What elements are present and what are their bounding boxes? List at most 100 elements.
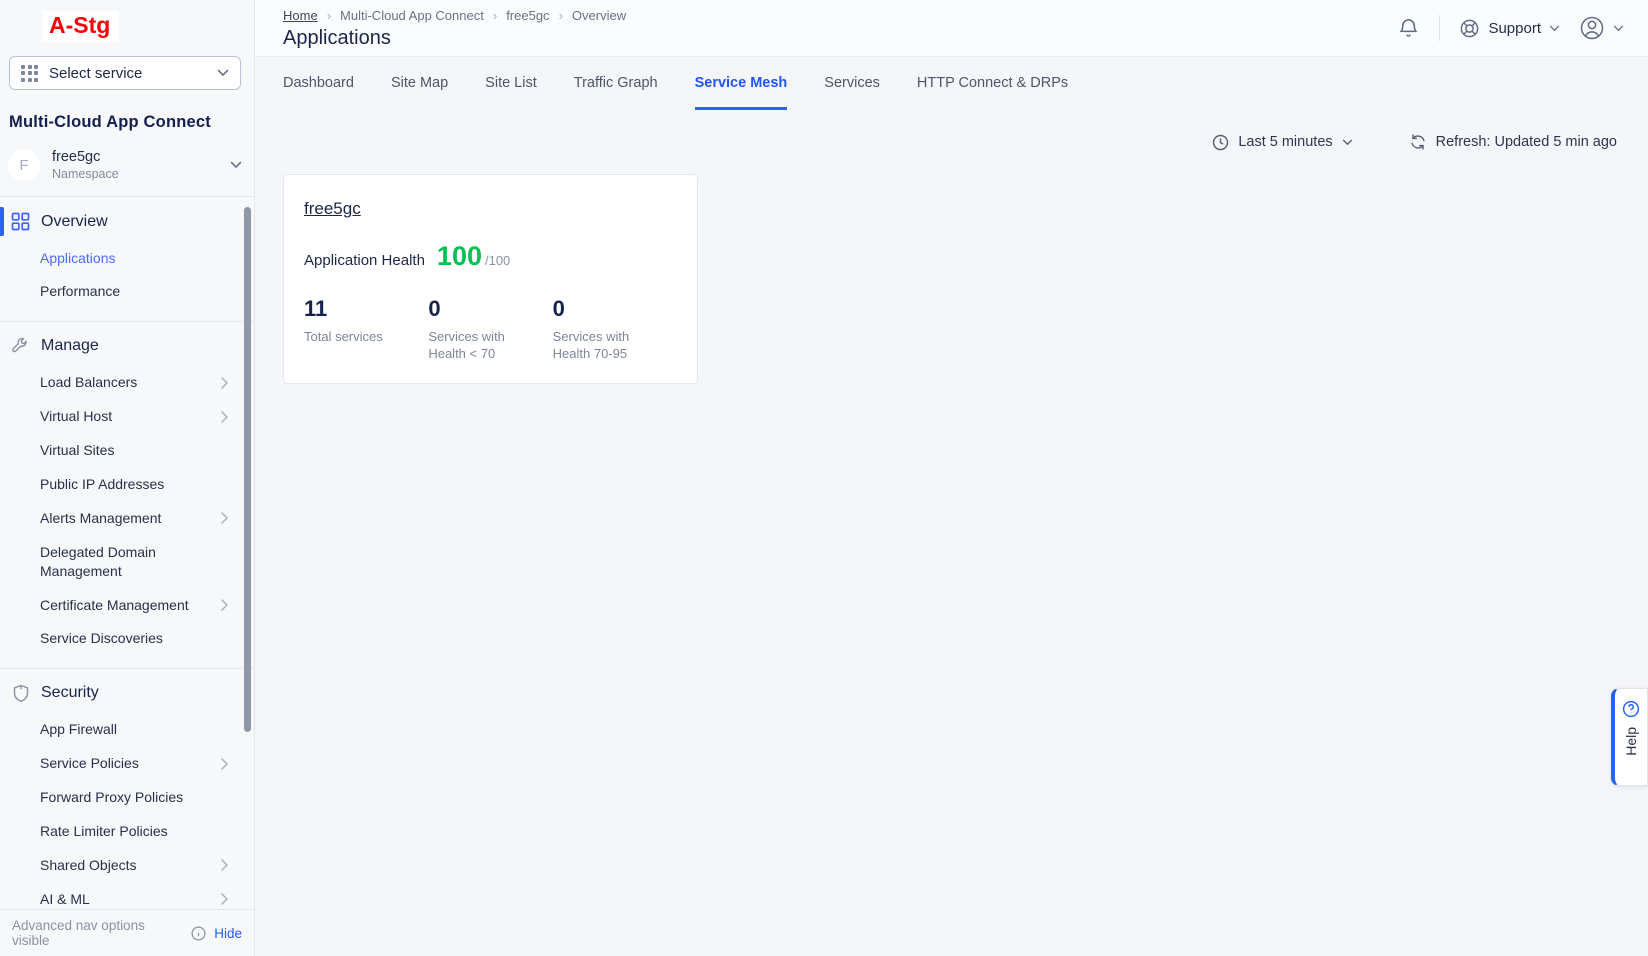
wrench-icon [11, 337, 30, 356]
namespace-selector[interactable]: F free5gc Namespace [8, 149, 242, 181]
tab-services[interactable]: Services [824, 57, 880, 110]
sidebar-item-app-firewall[interactable]: App Firewall [0, 713, 254, 747]
topbar: Home›Multi-Cloud App Connect›free5gc›Ove… [255, 0, 1648, 57]
stat-services-with-health-70-95: 0Services with Health 70-95 [553, 296, 677, 363]
sidebar-item-virtual-host[interactable]: Virtual Host [0, 400, 254, 434]
page-title: Applications [283, 27, 626, 50]
sidebar-section-items: Applications Performance [0, 241, 254, 309]
application-card: free5gc Application Health 100 /100 11To… [283, 174, 698, 384]
sidebar-item-label: Virtual Host [40, 407, 213, 426]
help-button[interactable]: Help [1611, 688, 1648, 786]
sidebar-item-ai-ml[interactable]: AI & ML [0, 882, 254, 909]
sidebar-item-service-policies[interactable]: Service Policies [0, 747, 254, 781]
stat-value: 0 [428, 296, 552, 322]
sidebar-item-label: Certificate Management [40, 596, 213, 615]
service-selector[interactable]: Select service [9, 56, 241, 90]
sidebar-item-label: Service Discoveries [40, 629, 228, 648]
refresh-label: Refresh: Updated 5 min ago [1436, 134, 1617, 150]
refresh-button[interactable]: Refresh: Updated 5 min ago [1409, 133, 1617, 151]
bell-icon[interactable] [1397, 17, 1420, 40]
stat-label: Services with Health < 70 [428, 329, 528, 363]
sidebar-item-delegated-domain-management[interactable]: Delegated Domain Management [0, 535, 254, 588]
sidebar-item-load-balancers[interactable]: Load Balancers [0, 366, 254, 400]
sidebar-section-header-security[interactable]: Security [0, 674, 254, 713]
namespace-avatar: F [8, 149, 40, 181]
sidebar-item-virtual-sites[interactable]: Virtual Sites [0, 434, 254, 468]
support-menu[interactable]: Support [1459, 18, 1560, 39]
namespace-type: Namespace [52, 167, 119, 181]
sidebar-item-public-ip-addresses[interactable]: Public IP Addresses [0, 467, 254, 501]
sidebar-item-applications[interactable]: Applications [0, 241, 254, 275]
tab-traffic-graph[interactable]: Traffic Graph [574, 57, 658, 110]
stat-label: Total services [304, 329, 404, 346]
sidebar-item-performance[interactable]: Performance [0, 275, 254, 309]
breadcrumb-separator: › [327, 8, 331, 23]
sidebar-item-label: Public IP Addresses [40, 475, 228, 494]
clock-icon [1212, 134, 1229, 151]
stat-services-with-health-70: 0 Services with Health < 70 [428, 296, 552, 363]
sidebar-item-shared-objects[interactable]: Shared Objects [0, 848, 254, 882]
breadcrumb-separator: › [559, 8, 563, 23]
main-area: Home›Multi-Cloud App Connect›free5gc›Ove… [255, 0, 1648, 956]
sidebar-section-items: App Firewall Service Policies Forward Prox… [0, 713, 254, 909]
account-menu[interactable] [1579, 15, 1624, 41]
life-buoy-icon [1459, 18, 1480, 39]
sidebar-item-alerts-management[interactable]: Alerts Management [0, 501, 254, 535]
sidebar-nav: OverviewApplications Performance Manage Loa… [0, 196, 254, 909]
topbar-right: Support [1397, 0, 1624, 56]
tab-service-mesh[interactable]: Service Mesh [695, 57, 788, 110]
sidebar-footer: Advanced nav options visible Hide [0, 909, 254, 956]
topbar-left: Home›Multi-Cloud App Connect›free5gc›Ove… [283, 0, 626, 56]
tab-site-list[interactable]: Site List [485, 57, 537, 110]
sidebar-section-security: Security App Firewall Service Policies Forw… [0, 669, 254, 909]
sidebar-item-label: Forward Proxy Policies [40, 788, 228, 807]
hide-advanced-nav-link[interactable]: Hide [214, 926, 242, 941]
sidebar-item-label: Load Balancers [40, 373, 213, 392]
chevron-right-icon [221, 599, 228, 611]
tab-http-connect-drps[interactable]: HTTP Connect & DRPs [917, 57, 1068, 110]
breadcrumb-overview: Overview [572, 8, 626, 23]
sidebar-section-header-manage[interactable]: Manage [0, 327, 254, 366]
chevron-right-icon [221, 893, 228, 905]
sidebar-scrollbar[interactable] [244, 207, 251, 732]
time-range-dropdown[interactable]: Last 5 minutes [1212, 134, 1352, 151]
chevron-down-icon [230, 161, 242, 169]
sidebar-item-label: App Firewall [40, 720, 228, 739]
brand-logo: A-Stg [42, 11, 119, 42]
sidebar-item-certificate-management[interactable]: Certificate Management [0, 588, 254, 622]
chevron-right-icon [221, 512, 228, 524]
service-selector-label: Select service [49, 65, 206, 82]
logo-wrap: A-Stg [42, 11, 254, 42]
breadcrumb: Home›Multi-Cloud App Connect›free5gc›Ove… [283, 8, 626, 23]
breadcrumb-multi-cloud-app-connect[interactable]: Multi-Cloud App Connect [340, 8, 484, 23]
tab-dashboard[interactable]: Dashboard [283, 57, 354, 110]
service-stats: 11Total services0Services with Health < … [304, 296, 677, 363]
chevron-down-icon [1549, 25, 1560, 32]
chevron-right-icon [221, 411, 228, 423]
sidebar-item-service-discoveries[interactable]: Service Discoveries [0, 622, 254, 656]
breadcrumb-free5gc[interactable]: free5gc [506, 8, 549, 23]
namespace-name: free5gc [52, 149, 119, 165]
sidebar-item-label: AI & ML [40, 890, 213, 909]
application-link[interactable]: free5gc [304, 199, 361, 219]
time-range-label: Last 5 minutes [1238, 134, 1332, 150]
stat-value: 0 [553, 296, 677, 322]
help-label: Help [1623, 727, 1639, 756]
breadcrumb-home[interactable]: Home [283, 8, 318, 23]
chevron-right-icon [221, 377, 228, 389]
sidebar-item-rate-limiter-policies[interactable]: Rate Limiter Policies [0, 814, 254, 848]
health-label: Application Health [304, 252, 425, 269]
tab-site-map[interactable]: Site Map [391, 57, 448, 110]
sidebar-item-label: Performance [40, 282, 228, 301]
sidebar-item-forward-proxy-policies[interactable]: Forward Proxy Policies [0, 781, 254, 815]
sidebar-item-label: Rate Limiter Policies [40, 822, 228, 841]
sidebar-item-label: Virtual Sites [40, 441, 228, 460]
sidebar: A-Stg Select service Multi-Cloud App Con… [0, 0, 255, 956]
squares-icon [11, 212, 30, 231]
tab-bar: Dashboard Site Map Site List Traffic Graph S… [283, 57, 1648, 110]
sidebar-item-label: Shared Objects [40, 856, 213, 875]
health-max: /100 [485, 253, 510, 268]
sidebar-section-header-overview[interactable]: Overview [0, 202, 254, 241]
chevron-right-icon [221, 758, 228, 770]
stat-total-services: 11Total services [304, 296, 428, 363]
